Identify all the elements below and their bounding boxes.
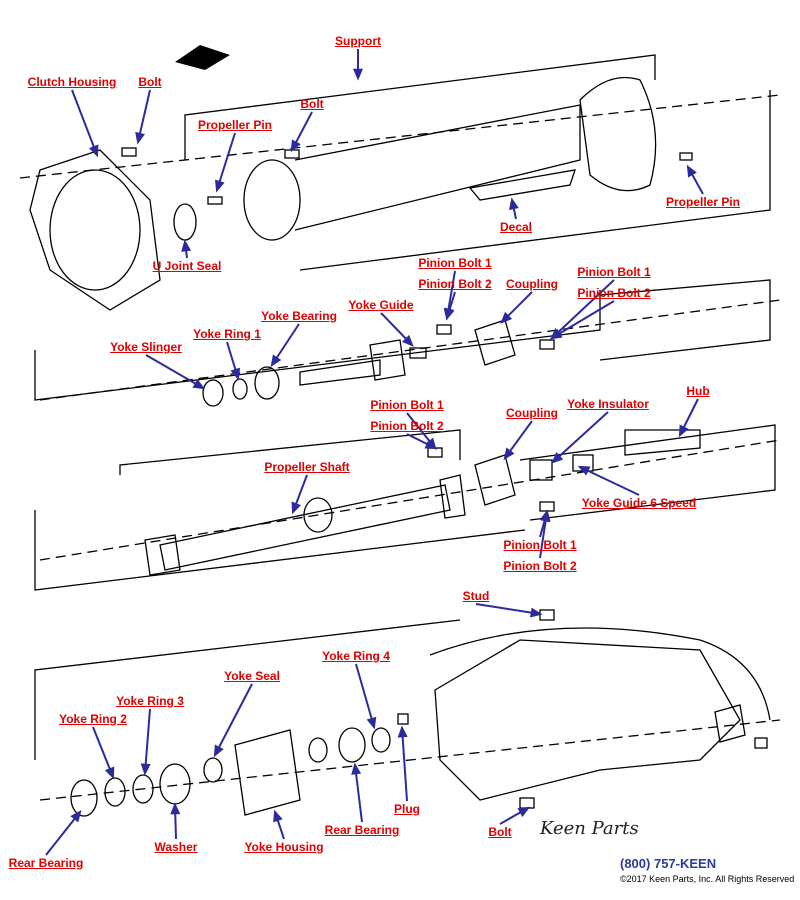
arrowhead-icon	[509, 197, 519, 211]
label-yoke-ring-2[interactable]: Yoke Ring 2	[59, 712, 127, 726]
arrowhead-icon	[290, 139, 301, 153]
arrowhead-icon	[530, 607, 543, 618]
arrowhead-icon	[170, 802, 181, 815]
label-pinion-bolt-2[interactable]: Pinion Bolt 2	[370, 419, 443, 433]
arrowhead-icon	[366, 716, 377, 730]
parts-diagram: Support Clutch Housing Bolt Bolt Propeller P…	[0, 0, 800, 900]
label-pinion-bolt-2[interactable]: Pinion Bolt 2	[577, 286, 650, 300]
label-propeller-pin[interactable]: Propeller Pin	[198, 118, 272, 132]
callout-arrow	[401, 727, 408, 802]
label-pinion-bolt-1[interactable]: Pinion Bolt 1	[370, 398, 443, 412]
callout-arrow	[71, 89, 98, 156]
label-stud[interactable]: Stud	[463, 589, 490, 603]
copyright-text: ©2017 Keen Parts, Inc. All Rights Reserv…	[620, 874, 795, 884]
arrowhead-icon	[351, 762, 362, 775]
arrowhead-icon	[192, 379, 206, 390]
arrowhead-icon	[215, 179, 225, 193]
label-u-joint-seal[interactable]: U Joint Seal	[153, 259, 222, 273]
label-propeller-pin[interactable]: Propeller Pin	[666, 195, 740, 209]
label-coupling[interactable]: Coupling	[506, 277, 558, 291]
label-yoke-ring-3[interactable]: Yoke Ring 3	[116, 694, 184, 708]
label-pinion-bolt-1[interactable]: Pinion Bolt 1	[503, 538, 576, 552]
arrowhead-icon	[397, 725, 408, 738]
arrowhead-icon	[181, 239, 192, 252]
label-rear-bearing[interactable]: Rear Bearing	[9, 856, 84, 870]
callout-arrow	[144, 708, 151, 774]
callout-arrow	[214, 683, 253, 756]
label-yoke-guide-6-speed[interactable]: Yoke Guide 6 Speed	[582, 496, 696, 510]
label-plug[interactable]: Plug	[394, 802, 420, 816]
label-decal[interactable]: Decal	[500, 220, 532, 234]
arrowhead-icon	[88, 144, 99, 158]
forward-direction-icon	[175, 45, 230, 70]
phone-number[interactable]: (800) 757-KEEN	[620, 856, 716, 871]
arrowhead-icon	[352, 68, 364, 81]
label-bolt[interactable]: Bolt	[138, 75, 161, 89]
arrowhead-icon	[678, 424, 689, 438]
label-pinion-bolt-2[interactable]: Pinion Bolt 2	[503, 559, 576, 573]
arrowhead-icon	[517, 806, 531, 817]
label-coupling[interactable]: Coupling	[506, 406, 558, 420]
label-yoke-guide[interactable]: Yoke Guide	[348, 298, 413, 312]
label-pinion-bolt-1[interactable]: Pinion Bolt 1	[418, 256, 491, 270]
label-pinion-bolt-2[interactable]: Pinion Bolt 2	[418, 277, 491, 291]
arrowhead-icon	[213, 744, 224, 758]
arrowhead-icon	[140, 763, 151, 776]
label-clutch-housing[interactable]: Clutch Housing	[28, 75, 117, 89]
arrowhead-icon	[273, 809, 283, 823]
arrowhead-icon	[230, 367, 241, 381]
label-pinion-bolt-1[interactable]: Pinion Bolt 1	[577, 265, 650, 279]
label-support[interactable]: Support	[335, 34, 381, 48]
support-frame	[184, 54, 656, 160]
label-bolt[interactable]: Bolt	[488, 825, 511, 839]
label-yoke-ring-1[interactable]: Yoke Ring 1	[193, 327, 261, 341]
callout-arrow	[475, 603, 541, 615]
arrowhead-icon	[540, 509, 551, 522]
callout-arrow	[579, 466, 640, 496]
label-yoke-bearing[interactable]: Yoke Bearing	[261, 309, 337, 323]
label-bolt[interactable]: Bolt	[300, 97, 323, 111]
label-yoke-slinger[interactable]: Yoke Slinger	[110, 340, 182, 354]
label-yoke-seal[interactable]: Yoke Seal	[224, 669, 280, 683]
label-propeller-shaft[interactable]: Propeller Shaft	[264, 460, 349, 474]
label-washer[interactable]: Washer	[155, 840, 198, 854]
u-joint-seal-shape	[173, 203, 197, 241]
yoke-housing-shape	[234, 729, 301, 816]
arrowhead-icon	[104, 766, 115, 780]
label-hub[interactable]: Hub	[686, 384, 709, 398]
exploded-view-drawing	[19, 45, 781, 856]
arrowhead-icon	[135, 131, 145, 145]
label-yoke-ring-4[interactable]: Yoke Ring 4	[322, 649, 390, 663]
label-yoke-housing[interactable]: Yoke Housing	[244, 840, 323, 854]
callout-arrow	[355, 663, 375, 728]
arrowhead-icon	[291, 501, 301, 515]
callout-arrows	[45, 49, 704, 856]
arrowhead-icon	[270, 354, 282, 368]
label-yoke-insulator[interactable]: Yoke Insulator	[567, 397, 649, 411]
arrowhead-icon	[444, 307, 455, 321]
transmission-shape	[434, 639, 741, 801]
keen-parts-logo: Keen Parts	[540, 818, 639, 839]
label-rear-bearing[interactable]: Rear Bearing	[325, 823, 400, 837]
arrowhead-icon	[686, 164, 697, 178]
